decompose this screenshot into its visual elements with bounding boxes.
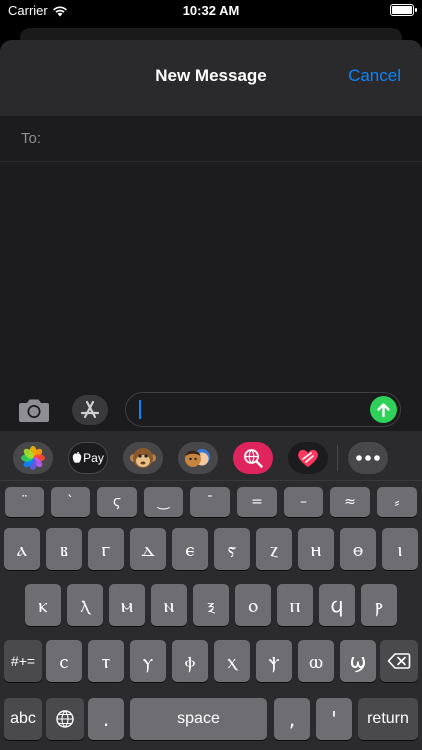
- key-ksi[interactable]: ⲝ: [193, 584, 229, 626]
- key-grave[interactable]: `: [51, 487, 90, 517]
- key-laula[interactable]: ⲗ: [67, 584, 103, 626]
- key-vida[interactable]: ⲃ: [46, 528, 82, 570]
- key-dalda[interactable]: ⲇ: [130, 528, 166, 570]
- space-button[interactable]: space: [130, 698, 267, 740]
- abc-button[interactable]: abc: [4, 698, 42, 740]
- key-kapa[interactable]: ⲕ: [25, 584, 61, 626]
- digital-touch-app-button[interactable]: [288, 442, 328, 474]
- key-khi[interactable]: ⲭ: [214, 640, 250, 682]
- key-sima[interactable]: ⲥ: [46, 640, 82, 682]
- key-alfa[interactable]: ⲁ: [4, 528, 40, 570]
- message-thread: [0, 162, 422, 388]
- camera-icon: [19, 399, 49, 422]
- battery-icon: [390, 4, 417, 16]
- return-button[interactable]: return: [358, 698, 418, 740]
- message-input-bar: [0, 391, 422, 431]
- key-psi[interactable]: ⲯ: [256, 640, 292, 682]
- key-zata[interactable]: ⲍ: [256, 528, 292, 570]
- message-input[interactable]: [142, 398, 360, 422]
- key-approx[interactable]: ≈: [330, 487, 370, 517]
- send-button[interactable]: [370, 396, 397, 423]
- key-shei[interactable]: ϣ: [340, 640, 376, 682]
- key-hate[interactable]: ⲏ: [298, 528, 334, 570]
- apps-separator: [337, 445, 338, 471]
- period-key[interactable]: .: [88, 698, 124, 740]
- photos-app-button[interactable]: [13, 442, 53, 474]
- memoji-app-button[interactable]: [178, 442, 218, 474]
- ellipsis-icon: [356, 455, 380, 461]
- globe-icon: [56, 710, 74, 728]
- app-store-button[interactable]: [72, 395, 108, 425]
- nav-bar: New Message Cancel: [0, 40, 422, 116]
- backspace-icon: [387, 653, 411, 669]
- heart-icon: [298, 449, 318, 467]
- apple-pay-label: Pay: [83, 451, 104, 465]
- comma-key[interactable]: ,: [274, 698, 310, 740]
- key-fei[interactable]: ϥ: [319, 584, 355, 626]
- key-ro[interactable]: ⲣ: [361, 584, 397, 626]
- key-pi[interactable]: ⲡ: [277, 584, 313, 626]
- apple-logo-icon: [72, 452, 82, 463]
- photos-icon: [21, 446, 45, 470]
- key-ni[interactable]: ⲛ: [151, 584, 187, 626]
- symbols-shift-button[interactable]: #+=: [4, 640, 42, 682]
- key-hyphen-mark[interactable]: ⸗: [377, 487, 417, 517]
- cancel-button[interactable]: Cancel: [348, 66, 401, 86]
- key-tau[interactable]: ⲧ: [88, 640, 124, 682]
- status-bar: Carrier 10:32 AM: [0, 0, 422, 22]
- key-mi[interactable]: ⲙ: [109, 584, 145, 626]
- more-apps-button[interactable]: [348, 442, 388, 474]
- key-oou[interactable]: ⲱ: [298, 640, 334, 682]
- apple-pay-app-button[interactable]: Pay: [68, 442, 108, 474]
- key-sou[interactable]: ⲋ: [214, 528, 250, 570]
- apps-divider: [0, 480, 422, 481]
- key-undertie[interactable]: ‿: [144, 487, 183, 517]
- key-phi[interactable]: ⲫ: [172, 640, 208, 682]
- globe-button[interactable]: [46, 698, 84, 740]
- memoji-icon: [185, 449, 210, 467]
- key-macron[interactable]: ¯: [190, 487, 230, 517]
- battery-fill: [392, 6, 412, 14]
- apostrophe-key[interactable]: ': [316, 698, 352, 740]
- backspace-button[interactable]: [380, 640, 418, 682]
- key-eie[interactable]: ⲉ: [172, 528, 208, 570]
- animoji-app-button[interactable]: [123, 442, 163, 474]
- message-field[interactable]: [125, 392, 401, 427]
- clock: 10:32 AM: [182, 3, 240, 18]
- key-he[interactable]: ⲩ: [130, 640, 166, 682]
- key-o[interactable]: ⲟ: [235, 584, 271, 626]
- globe-search-icon: [244, 449, 263, 468]
- recipient-row[interactable]: To:: [0, 116, 422, 162]
- send-arrow-icon: [377, 402, 390, 417]
- keyboard: Pay ¨ ` ϛ ‿ ¯ = – ≈ ⸗ ⲁ ⲃ ⲅ ⲇ ⲉ ⲋ ⲍ ⲏ ⲑ …: [0, 431, 422, 750]
- key-diaeresis[interactable]: ¨: [5, 487, 44, 517]
- monkey-icon: [130, 448, 156, 468]
- text-caret: [139, 400, 141, 419]
- key-iauda[interactable]: ⲓ: [382, 528, 418, 570]
- app-store-icon: [80, 400, 100, 419]
- key-equals[interactable]: =: [237, 487, 277, 517]
- imessage-apps-row: Pay: [0, 439, 422, 477]
- recipient-input[interactable]: [47, 130, 422, 147]
- key-thethe[interactable]: ⲑ: [340, 528, 376, 570]
- key-en-dash[interactable]: –: [284, 487, 323, 517]
- camera-button[interactable]: [17, 395, 51, 425]
- web-search-app-button[interactable]: [233, 442, 273, 474]
- key-gamma[interactable]: ⲅ: [88, 528, 124, 570]
- to-label: To:: [21, 130, 42, 147]
- key-stigma[interactable]: ϛ: [97, 487, 137, 517]
